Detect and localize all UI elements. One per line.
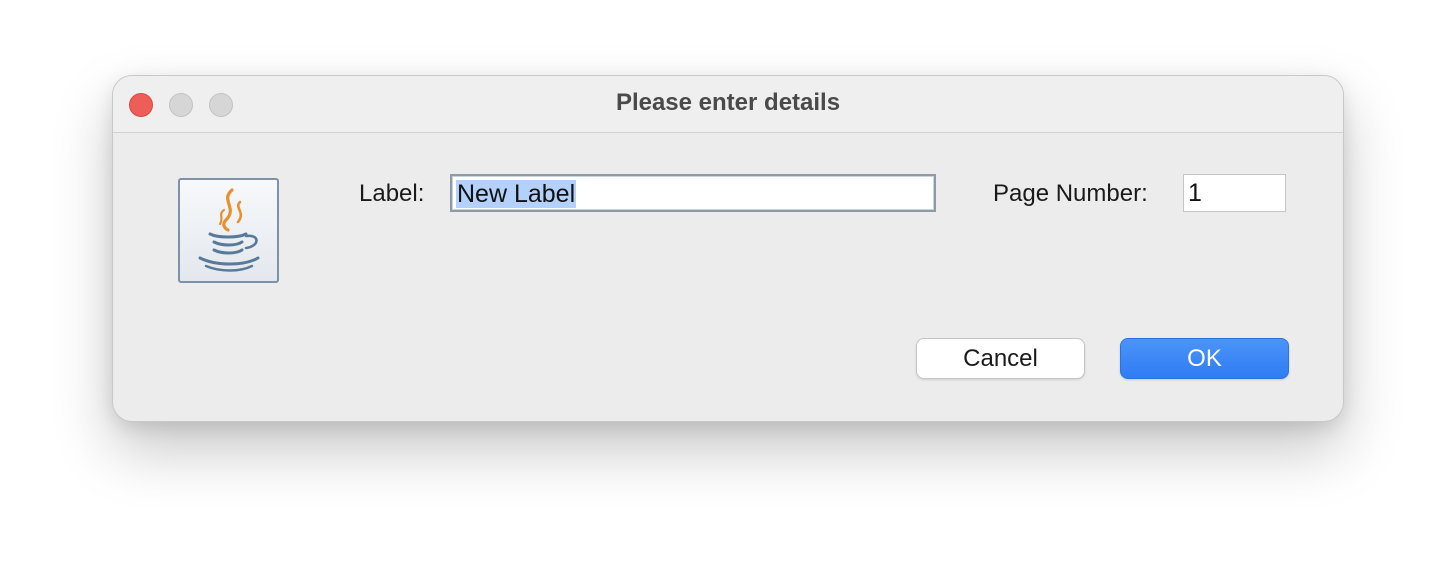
- page-number-caption: Page Number:: [993, 180, 1148, 207]
- cancel-button[interactable]: Cancel: [916, 338, 1085, 379]
- ok-button[interactable]: OK: [1120, 338, 1289, 379]
- dialog-window: Please enter details Label: New Label Pa…: [112, 75, 1344, 422]
- dialog-title: Please enter details: [615, 89, 841, 116]
- selected-text: New Label: [456, 180, 577, 208]
- label-input[interactable]: New Label: [450, 174, 936, 212]
- label-caption: Label:: [359, 180, 425, 207]
- title-bar[interactable]: Please enter details: [113, 76, 1343, 133]
- java-coffee-cup-icon: [178, 178, 279, 283]
- page-number-input[interactable]: 1: [1183, 174, 1286, 212]
